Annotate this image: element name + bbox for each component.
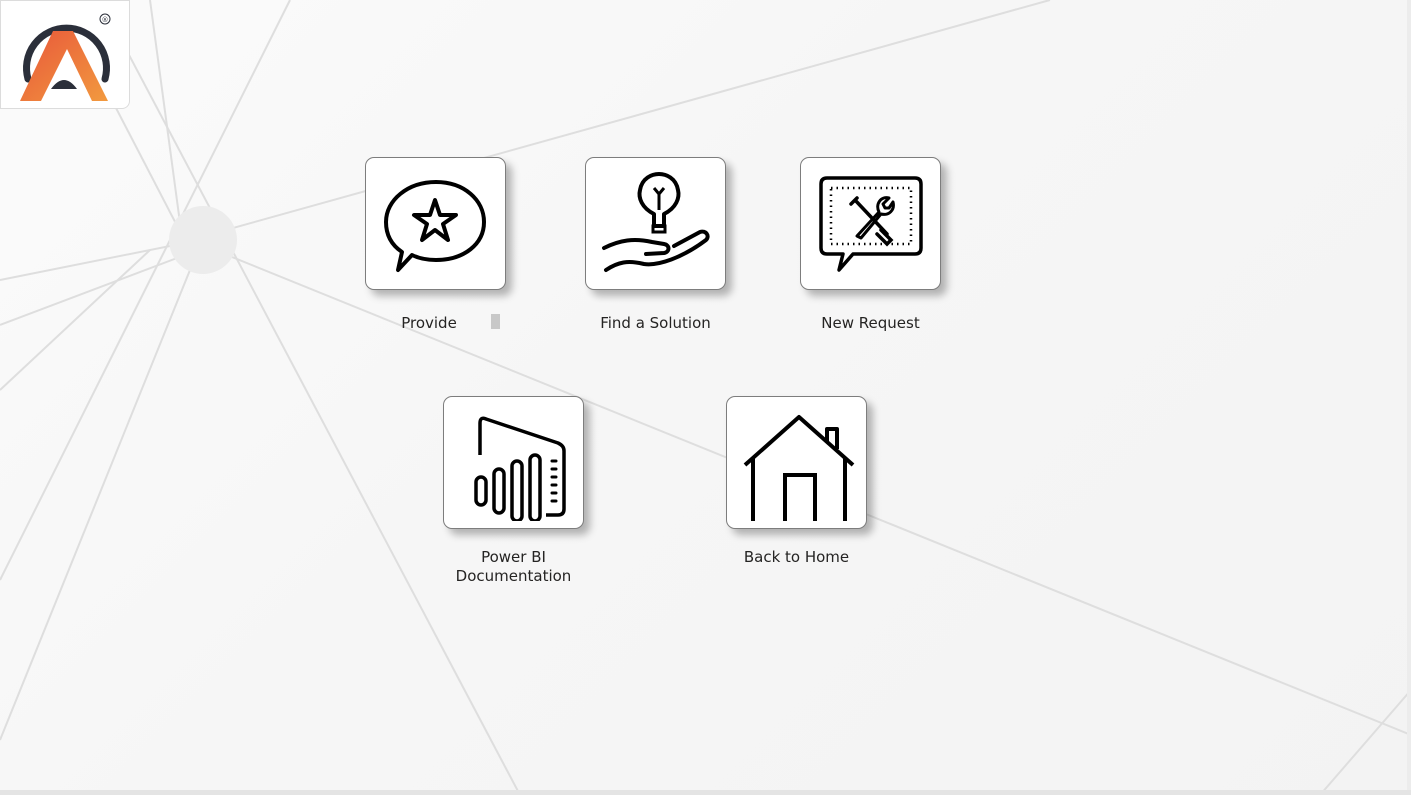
company-logo: ® [0,0,130,109]
logo-icon: ® [20,13,111,101]
background-network-lines [0,0,1411,795]
power-bi-label-line1: Power BI [481,548,546,566]
right-border [1407,0,1411,795]
back-to-home-button[interactable] [726,396,867,529]
registered-mark: ® [102,16,109,24]
provide-button[interactable] [365,157,506,290]
scroll-indicator [491,314,500,329]
bottom-border [0,790,1411,795]
new-request-button[interactable] [800,157,941,290]
back-to-home-label: Back to Home [743,548,850,566]
tools-speech-bubble-icon [818,175,923,272]
lightbulb-hand-icon [601,171,710,272]
speech-bubble-star-icon [383,179,486,272]
find-a-solution-label: Find a Solution [600,314,711,332]
power-bi-documentation-label: Power BI Documentation [443,548,584,586]
house-icon [743,414,854,521]
new-request-label: New Request [821,314,920,332]
power-bi-documentation-button[interactable] [443,396,584,529]
power-bi-label-line2: Documentation [455,567,572,585]
find-a-solution-button[interactable] [585,157,726,290]
power-bi-icon [473,415,566,521]
provide-label: Provide [401,314,457,332]
page: ® Provide Find a Solution New Request Po… [0,0,1411,795]
